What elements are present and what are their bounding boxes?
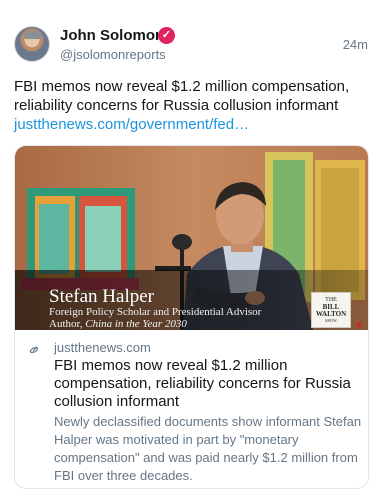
timestamp[interactable]: 24m (343, 37, 368, 52)
link-card[interactable]: Stefan Halper Foreign Policy Scholar and… (14, 145, 369, 489)
speaker-author: Author, China in the Year 2030 (49, 318, 187, 330)
tweet-link[interactable]: justthenews.com/government/fed… (14, 115, 370, 134)
card-title[interactable]: FBI memos now reveal $1.2 million compen… (54, 357, 362, 411)
show-logo: THE BILL WALTON SHOW (311, 292, 351, 328)
speaker-title: Foreign Policy Scholar and Presidential … (49, 306, 262, 318)
tweet-text: FBI memos now reveal $1.2 million compen… (14, 77, 370, 134)
verified-badge-icon: ✓ (158, 27, 175, 44)
avatar-hair (24, 31, 42, 39)
link-icon (29, 346, 39, 354)
author-name[interactable]: John Solomon (60, 27, 164, 44)
card-domain: justthenews.com (54, 340, 151, 355)
card-description: Newly declassified documents show inform… (54, 414, 362, 483)
logo-dot (356, 322, 362, 328)
tweet[interactable]: John Solomon ✓ @jsolomonreports 24m FBI … (0, 0, 383, 500)
avatar[interactable] (14, 26, 50, 62)
speaker-name: Stefan Halper (49, 286, 154, 307)
card-meta[interactable]: justthenews.com FBI memos now reveal $1.… (15, 330, 368, 488)
tweet-body: FBI memos now reveal $1.2 million compen… (14, 78, 350, 114)
card-image[interactable]: Stefan Halper Foreign Policy Scholar and… (15, 146, 368, 330)
logo-line-4: SHOW (325, 318, 337, 323)
speaker-author-prefix: Author, (49, 318, 86, 330)
speaker-book: China in the Year 2030 (85, 318, 187, 330)
author-handle[interactable]: @jsolomonreports (60, 47, 166, 62)
logo-line-3: WALTON (315, 310, 347, 318)
